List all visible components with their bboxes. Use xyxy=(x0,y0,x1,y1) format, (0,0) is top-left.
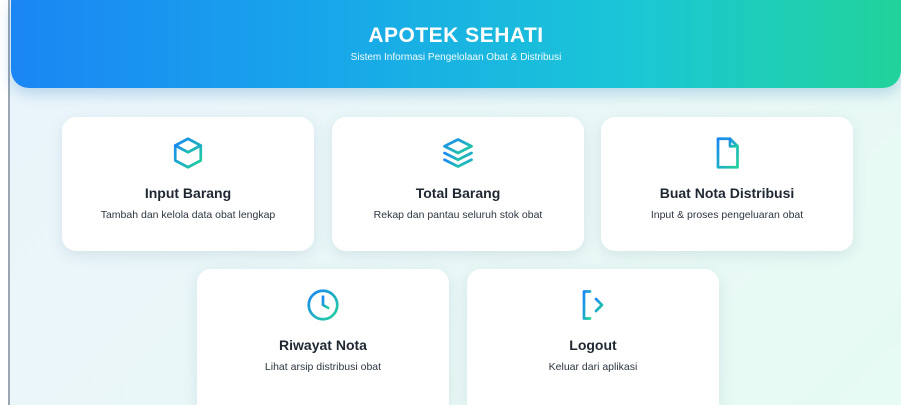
card-title: Logout xyxy=(569,337,617,353)
app-subtitle: Sistem Informasi Pengelolaan Obat & Dist… xyxy=(350,52,562,63)
clock-icon xyxy=(197,287,449,323)
layers-icon xyxy=(332,135,584,171)
logout-card[interactable]: Logout Keluar dari aplikasi xyxy=(467,269,719,405)
app-header: APOTEK SEHATI Sistem Informasi Pengelola… xyxy=(11,0,901,88)
riwayat-nota-card[interactable]: Riwayat Nota Lihat arsip distribusi obat xyxy=(197,269,449,405)
card-description: Keluar dari aplikasi xyxy=(548,361,638,373)
card-title: Total Barang xyxy=(415,185,501,201)
buat-nota-card[interactable]: Buat Nota Distribusi Input & proses peng… xyxy=(601,117,853,251)
card-description: Tambah dan kelola data obat lengkap xyxy=(100,209,276,221)
card-description: Input & proses pengeluaran obat xyxy=(650,209,804,221)
app-title: APOTEK SEHATI xyxy=(368,24,544,47)
card-description: Rekap dan pantau seluruh stok obat xyxy=(373,209,543,221)
card-description: Lihat arsip distribusi obat xyxy=(264,361,382,373)
card-title: Input Barang xyxy=(144,185,232,201)
input-barang-card[interactable]: Input Barang Tambah dan kelola data obat… xyxy=(62,117,314,251)
window-edge xyxy=(8,0,10,405)
card-title: Buat Nota Distribusi xyxy=(659,185,795,201)
card-title: Riwayat Nota xyxy=(279,337,367,353)
document-icon xyxy=(601,135,853,171)
box-icon xyxy=(62,135,314,171)
total-barang-card[interactable]: Total Barang Rekap dan pantau seluruh st… xyxy=(332,117,584,251)
logout-icon xyxy=(467,287,719,323)
